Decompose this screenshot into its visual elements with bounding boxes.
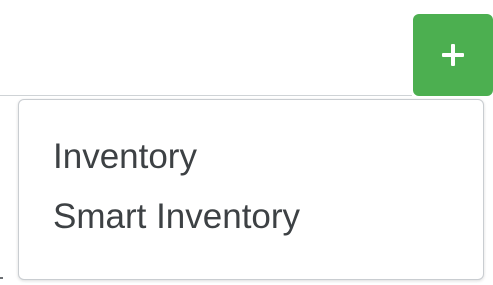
header-divider [0,95,412,96]
add-inventory-dropdown-menu: Inventory Smart Inventory [18,99,484,280]
menu-item-smart-inventory[interactable]: Smart Inventory [19,192,483,270]
inventory-add-menu-screen: Inventory Smart Inventory [0,0,493,285]
edge-mark [0,277,3,279]
add-inventory-button[interactable] [413,14,493,96]
plus-icon [442,44,464,66]
